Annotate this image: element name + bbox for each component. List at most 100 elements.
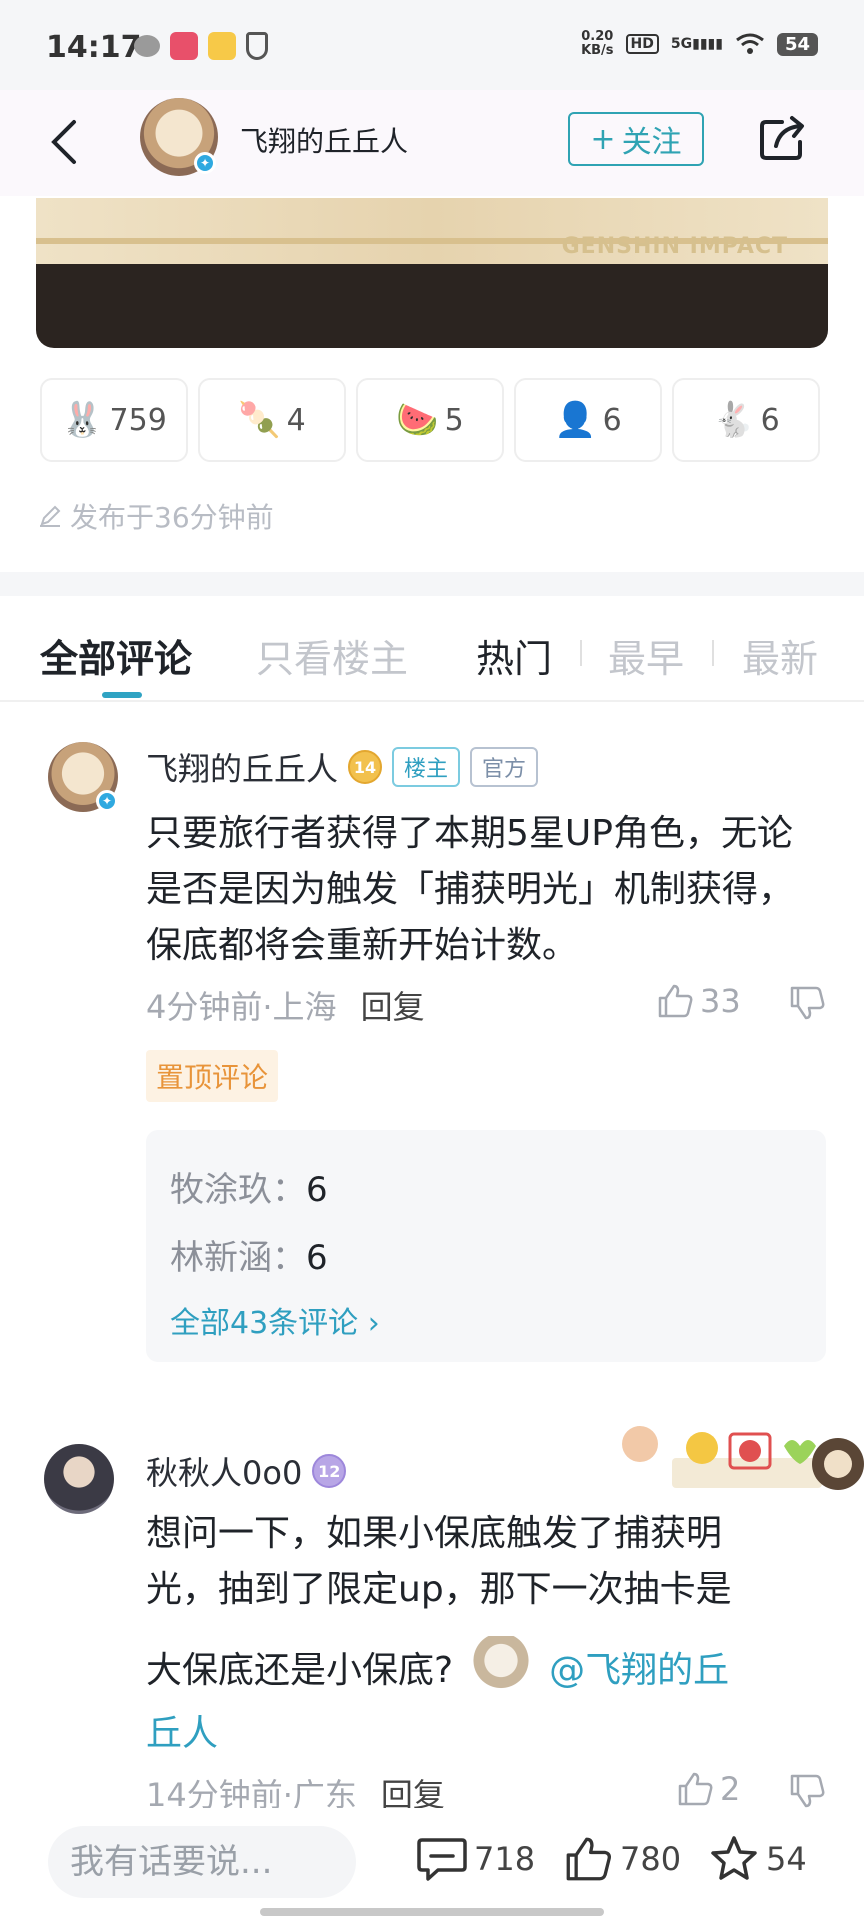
verified-badge-icon: ✦: [96, 790, 118, 812]
rabbit-skewer-icon: 🍡: [238, 400, 281, 440]
reaction-4[interactable]: 👤 6: [514, 378, 662, 462]
post-header: ✦ 飞翔的丘丘人 + 关注: [0, 90, 864, 196]
like-count: 33: [700, 982, 741, 1020]
share-button[interactable]: [752, 108, 812, 168]
status-bar: 14:17 0.20 KB/s HD 5G▮▮▮▮ 54: [0, 0, 864, 90]
reaction-count: 4: [286, 402, 306, 438]
rabbit-heart-icon: 🐰: [61, 400, 104, 440]
reaction-count: 6: [602, 402, 622, 438]
follow-label: 关注: [621, 125, 682, 160]
like-button[interactable]: 33: [656, 982, 741, 1020]
thumbs-down-icon: [790, 986, 825, 1020]
chevron-right-icon: ›: [367, 1306, 380, 1341]
reaction-3[interactable]: 🍉 5: [356, 378, 504, 462]
reaction-5[interactable]: 🐇 6: [672, 378, 820, 462]
replies-preview[interactable]: 牧涂玖：6 林新涵：6 全部43条评论 ›: [146, 1130, 826, 1362]
thumbs-up-icon: [566, 1837, 611, 1881]
notification-icons: [134, 32, 268, 60]
chevron-left-icon: [51, 120, 76, 164]
status-time: 14:17: [46, 30, 142, 65]
shield-icon: [246, 32, 268, 60]
genshin-logo: GENSHIN IMPACT: [561, 234, 788, 259]
rabbit-watermelon-icon: 🍉: [396, 400, 439, 440]
verified-badge-icon: ✦: [194, 152, 216, 174]
reply-author[interactable]: 牧涂玖：: [170, 1170, 306, 1210]
reply-item: 牧涂玖：6: [170, 1162, 328, 1211]
post-like-button[interactable]: 780: [562, 1834, 681, 1884]
commenter-name[interactable]: 秋秋人0o0: [146, 1448, 302, 1494]
comment-meta: 4分钟前·上海 回复: [146, 982, 425, 1028]
tab-divider: [580, 640, 582, 666]
tab-all-comments[interactable]: 全部评论: [40, 628, 192, 683]
tab-hot[interactable]: 热门: [476, 628, 552, 683]
tab-divider: [712, 640, 714, 666]
comment-text: 想问一下，如果小保底触发了捕获明 光，抽到了限定up，那下一次抽卡是 大保底还是…: [146, 1506, 796, 1762]
favorite-button[interactable]: 54: [708, 1834, 807, 1884]
dislike-button[interactable]: [788, 984, 828, 1024]
author-avatar[interactable]: ✦: [140, 98, 218, 176]
reply-author[interactable]: 林新涵：: [170, 1238, 306, 1278]
comment-location: 上海: [272, 988, 337, 1026]
comment-time-text: 4分钟前: [146, 988, 263, 1026]
like-count: 2: [720, 1770, 741, 1808]
comment-line: 大保底还是小保底?: [146, 1650, 454, 1691]
mention-link-continued[interactable]: 丘人: [146, 1706, 796, 1762]
reaction-2[interactable]: 🍡 4: [198, 378, 346, 462]
commenter-avatar[interactable]: [44, 1444, 114, 1514]
bottom-action-bar: 我有话要说... 718 780 54: [0, 1808, 864, 1920]
comment-line: 想问一下，如果小保底触发了捕获明: [146, 1513, 723, 1554]
decorative-stickers: [612, 1406, 864, 1510]
like-button[interactable]: 2: [676, 1770, 740, 1808]
signal-icon: 5G▮▮▮▮: [670, 36, 723, 52]
reply-button[interactable]: 回复: [361, 982, 425, 1028]
comment-line-with-mention: 大保底还是小保底? @飞翔的丘: [146, 1636, 796, 1706]
reaction-count: 5: [444, 402, 464, 438]
tab-earliest[interactable]: 最早: [608, 628, 684, 683]
wifi-icon: [736, 33, 764, 54]
view-all-replies-link[interactable]: 全部43条评论 ›: [170, 1298, 380, 1342]
app-icon: [170, 32, 198, 60]
battery-icon: 54: [776, 32, 818, 56]
tab-owner-only[interactable]: 只看楼主: [256, 628, 408, 683]
tab-latest[interactable]: 最新: [742, 628, 818, 683]
net-speed-unit: KB/s: [581, 43, 614, 58]
back-button[interactable]: [38, 112, 88, 172]
commenter-name[interactable]: 飞翔的丘丘人: [146, 744, 338, 790]
net-speed: 0.20 KB/s: [581, 30, 613, 58]
official-tag: 官方: [470, 747, 539, 787]
thumbs-up-icon: [658, 984, 693, 1018]
reaction-count: 6: [760, 402, 780, 438]
tab-active-indicator: [102, 692, 142, 698]
publish-time: 发布于36分钟前: [38, 496, 274, 536]
comment-bubble-icon: [417, 1838, 467, 1881]
mention-link[interactable]: @飞翔的丘: [549, 1643, 729, 1699]
level-badge-icon: 12: [312, 1454, 347, 1488]
follow-button[interactable]: + 关注: [568, 112, 704, 166]
pen-icon: [40, 505, 61, 527]
net-speed-value: 0.20: [581, 29, 614, 44]
reaction-1[interactable]: 🐰 759: [40, 378, 188, 462]
hd-icon: HD: [625, 34, 659, 54]
comment-line: 光，抽到了限定up，那下一次抽卡是: [146, 1569, 732, 1610]
author-name[interactable]: 飞翔的丘丘人: [240, 120, 408, 160]
wechat-icon: [134, 35, 160, 57]
dislike-button[interactable]: [788, 1772, 828, 1812]
comment-input[interactable]: 我有话要说...: [48, 1826, 356, 1898]
post-banner-image[interactable]: GENSHIN IMPACT: [36, 198, 828, 348]
level-badge-icon: 14: [348, 750, 383, 784]
thumbs-up-icon: [678, 1772, 713, 1806]
comments-button[interactable]: 718: [416, 1834, 535, 1884]
commenter-avatar[interactable]: ✦: [48, 742, 118, 812]
comment-time: 4分钟前·上海: [146, 988, 337, 1026]
character-face-icon: 👤: [554, 400, 597, 440]
comment-text: 只要旅行者获得了本期5星UP角色，无论是否是因为触发「捕获明光」机制获得，保底都…: [146, 813, 795, 966]
view-all-replies-text: 全部43条评论: [170, 1306, 359, 1341]
home-indicator[interactable]: [260, 1908, 604, 1916]
meituan-icon: [208, 32, 236, 60]
comments-count: 718: [474, 1840, 536, 1878]
reaction-count: 759: [109, 402, 167, 438]
reaction-bar: 🐰 759 🍡 4 🍉 5 👤 6 🐇 6: [40, 378, 820, 462]
plus-icon: +: [590, 121, 616, 157]
rabbit-sign-icon: 🐇: [712, 400, 755, 440]
reply-item: 林新涵：6: [170, 1230, 328, 1279]
